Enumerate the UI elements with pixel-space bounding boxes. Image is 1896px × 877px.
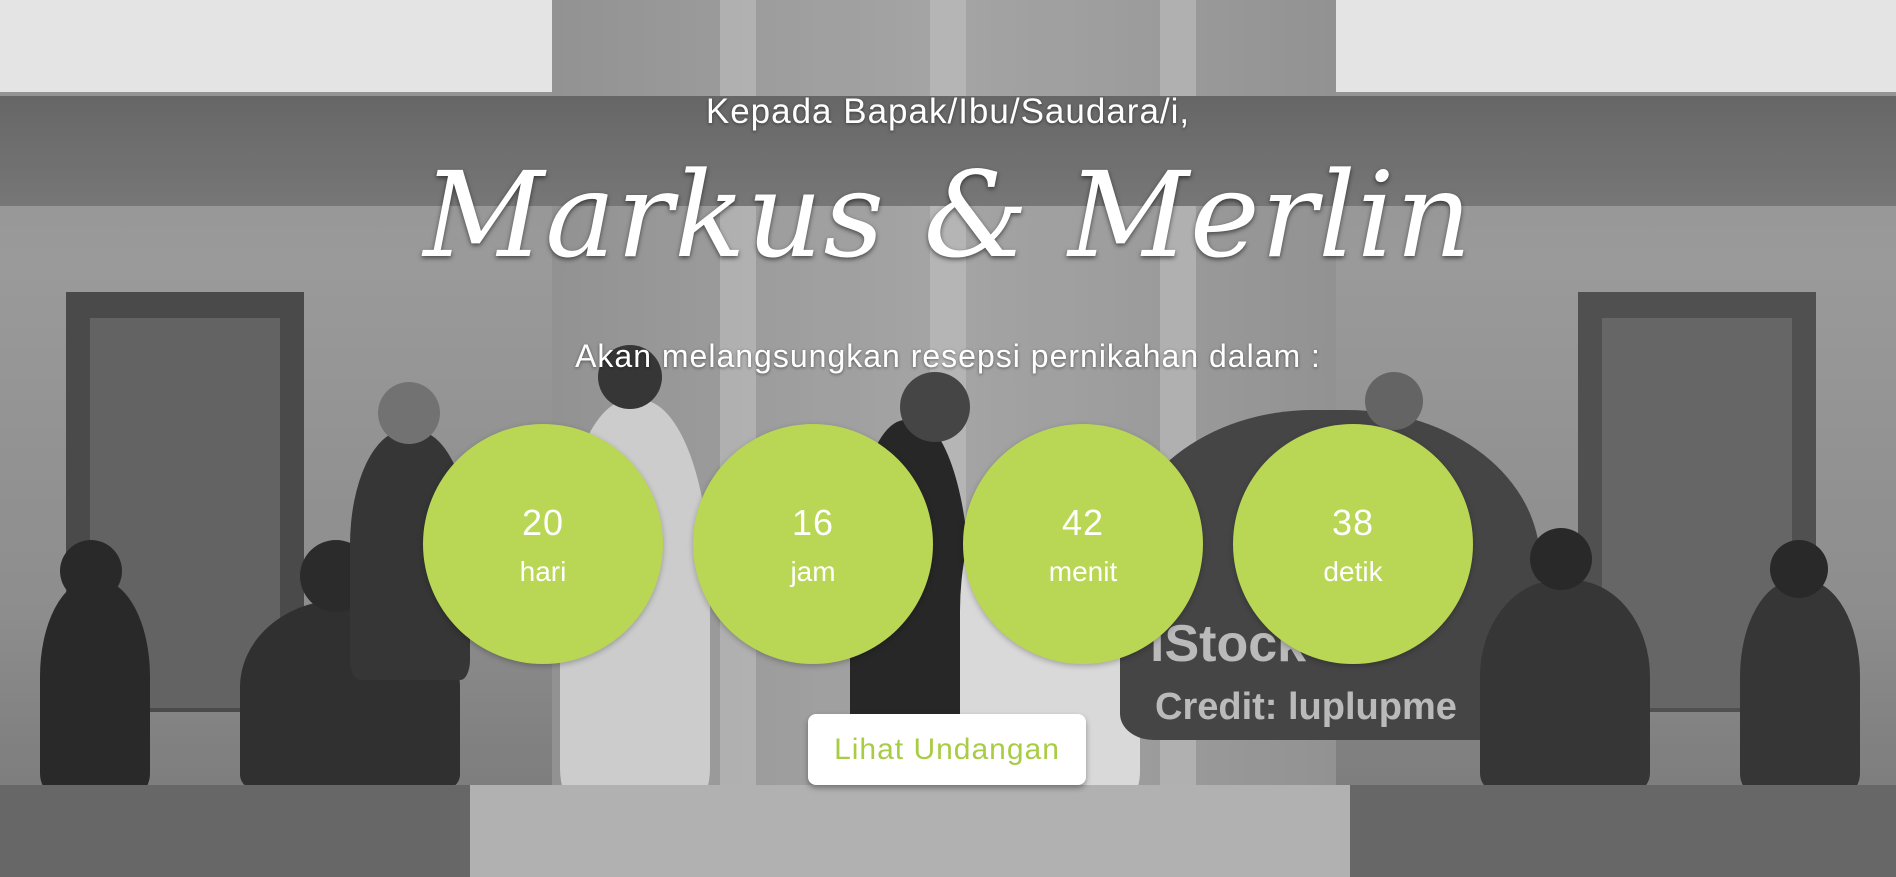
countdown-days-unit: hari — [519, 556, 567, 587]
view-invitation-button[interactable]: Lihat Undangan — [808, 714, 1086, 785]
countdown-hours-unit: jam — [790, 556, 836, 587]
couple-names: Markus & Merlin — [423, 146, 1473, 284]
countdown-days-value: 20 — [521, 502, 565, 543]
countdown-days: 20 hari — [423, 424, 663, 664]
countdown-minutes-unit: menit — [1048, 556, 1118, 587]
countdown-seconds: 38 detik — [1233, 424, 1473, 664]
countdown-minutes: 42 menit — [963, 424, 1203, 664]
countdown-timer: 20 hari 16 jam 42 menit 38 detik — [0, 424, 1896, 664]
countdown-hours-value: 16 — [791, 502, 835, 543]
countdown-hours: 16 jam — [693, 424, 933, 664]
countdown-seconds-unit: detik — [1323, 556, 1383, 587]
countdown-seconds-value: 38 — [1331, 502, 1375, 543]
greeting-text: Kepada Bapak/Ibu/Saudara/i, — [705, 92, 1191, 131]
countdown-minutes-value: 42 — [1061, 502, 1105, 543]
event-subtitle: Akan melangsungkan resepsi pernikahan da… — [575, 338, 1321, 374]
hero-section: iStock Credit: luplupme Kepada Bapak/Ibu… — [0, 0, 1896, 877]
